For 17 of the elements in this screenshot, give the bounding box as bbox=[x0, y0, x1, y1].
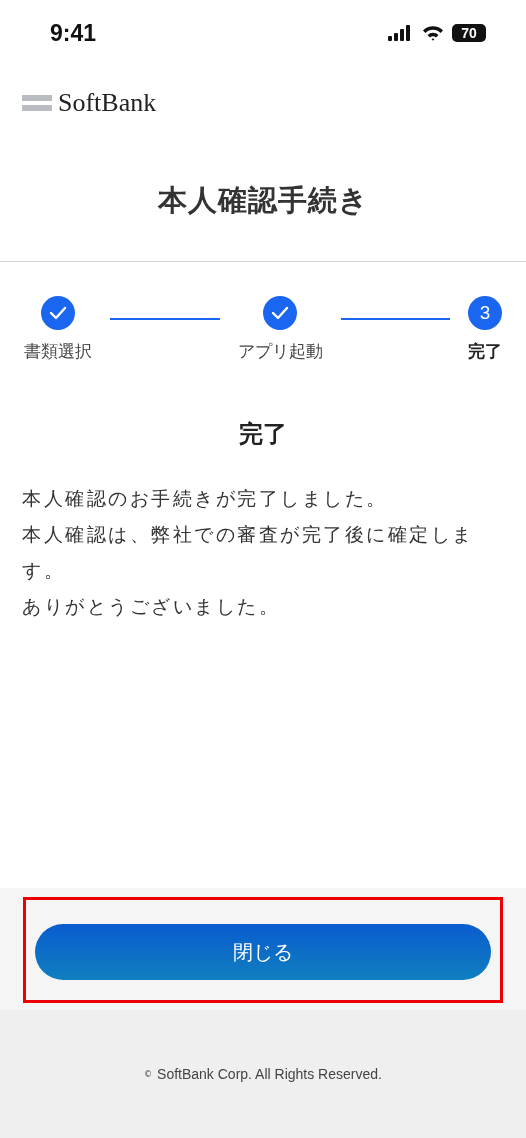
copyright-text: SoftBank Corp. All Rights Reserved. bbox=[157, 1066, 382, 1082]
page-title: 本人確認手続き bbox=[157, 181, 369, 219]
close-button[interactable]: 閉じる bbox=[35, 924, 491, 980]
step-label: 書類選択 bbox=[24, 340, 92, 363]
logo-icon bbox=[22, 93, 52, 113]
step-label: 完了 bbox=[468, 340, 502, 363]
message-text: 本人確認のお手続きが完了しました。 bbox=[22, 486, 389, 511]
step-number: 3 bbox=[468, 296, 502, 330]
section-heading: 完了 bbox=[238, 419, 288, 450]
wifi-icon bbox=[422, 25, 444, 41]
brand-name: SoftBank bbox=[58, 88, 157, 118]
message-text: ありがとうございました。 bbox=[22, 594, 281, 619]
message-text: 本人確認は、弊社での審査が完了後に確定します。 bbox=[22, 522, 475, 583]
status-time: 9:41 bbox=[50, 19, 97, 47]
step-label: アプリ起動 bbox=[237, 340, 323, 363]
battery-level: 70 bbox=[461, 25, 477, 41]
copyright-mark: © bbox=[144, 1069, 153, 1079]
